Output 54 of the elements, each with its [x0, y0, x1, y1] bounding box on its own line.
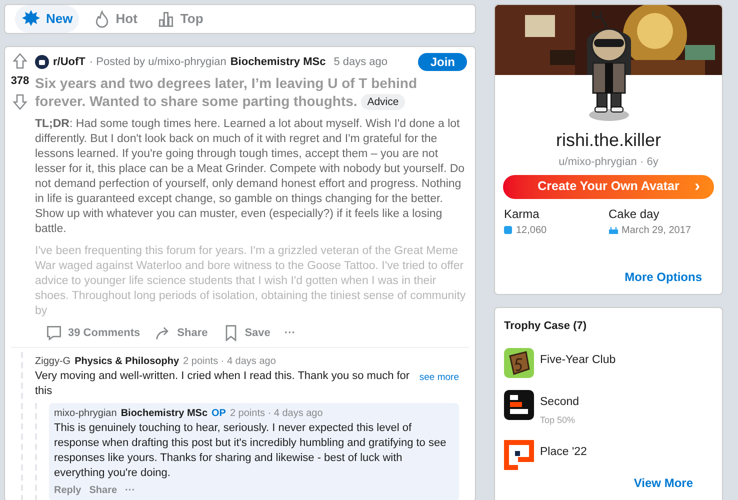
comment-text: Very moving and well-written. I cried when I read this. Thank you so much for this	[35, 369, 411, 400]
trophy-name: Five-Year Club	[540, 353, 616, 368]
upvote-icon[interactable]	[12, 53, 28, 69]
post-paragraph: I've been frequenting this forum for years. I'm a grizzled veteran of the Great Meme War waged against Waterloo and bore witness to the Goose Tattoo. I've tried to offer advice to younger life science students that I wish I'd gotten when I was in their shoes. Throughout long periods of isolation, obtaining the tiniest sense of community by	[35, 244, 467, 320]
posted-by: · Posted by u/mixo-phrygian	[89, 54, 226, 70]
cake-icon	[608, 226, 618, 234]
share-button[interactable]: Share	[154, 324, 208, 342]
post-paragraph: TL;DR: Had some tough times here. Learned a lot about myself. Wish I'd done a lot differently. But I don't look back on much of it with regret and I'm grateful for the lessons learned. If you're going through tough times, accept them – you are not lesser for it, this place can be a Meat Grinder. Compete with nobody but yourself. Do not demand perfection of yourself, only demand honest effort and progress. Nothing in life is guaranteed except change, so gamble on things changing for the better. Show up with whatever you can muster, even (especially?) if it feels like a losing battle.	[35, 117, 466, 238]
comment-icon	[45, 324, 63, 342]
cake-day-value: March 29, 2017	[622, 224, 691, 238]
op-label: OP	[212, 407, 226, 422]
trophy-subtitle: Top 50%	[540, 414, 576, 428]
comment-text: This is genuinely touching to hear, seriously. I never expected this level of response when drafting this post but it's incredibly humbling and gratifying to see responses like yours. Thanks for sharing and likewise - best of luck with everything you're doing.	[54, 421, 448, 482]
scroll-badge-icon	[504, 348, 534, 378]
user-flair: Physics & Philosophy	[74, 355, 180, 370]
flair-tag: Advice	[361, 94, 405, 110]
post-title: Six years and two degrees later, I’m leaving U of T behind forever. Wanted to share some parting thoughts. Advice	[35, 74, 418, 110]
comment-action-button[interactable]: Share	[89, 483, 118, 498]
username: u/mixo-phrygian · 6y	[558, 155, 658, 170]
join-button[interactable]: Join	[418, 53, 467, 71]
comment-meta: 2 points · 4 days ago	[230, 407, 323, 422]
more-button[interactable]: ···	[125, 483, 136, 498]
comment-author[interactable]: Ziggy-G	[35, 354, 71, 370]
user-flair: Biochemistry MSc	[120, 407, 208, 422]
view-more-link[interactable]: View More	[634, 474, 693, 492]
save-button[interactable]: Save	[222, 324, 270, 342]
more-button[interactable]: ···	[284, 325, 296, 342]
trophy-name: Place '22	[540, 444, 587, 460]
sort-tab[interactable]: Top	[151, 5, 210, 33]
create-avatar-button[interactable]: Create Your Own Avatar ›	[503, 174, 714, 198]
karma-icon	[504, 226, 512, 234]
sort-tab[interactable]: Hot	[86, 5, 144, 33]
trophy-name: Second	[540, 395, 580, 410]
karma-label: Karma	[504, 206, 540, 222]
display-name: rishi.the.killer	[556, 129, 662, 152]
more-options-link[interactable]: More Options	[624, 268, 702, 286]
downvote-icon[interactable]	[12, 94, 28, 110]
see-more-link[interactable]: see more	[419, 371, 459, 386]
bar-chart-icon	[157, 10, 176, 28]
place-logo-icon	[504, 440, 534, 470]
cake-day-label: Cake day	[608, 206, 660, 222]
subreddit-icon	[35, 55, 49, 69]
vote-count: 378	[10, 74, 30, 89]
comment-action-button[interactable]: Reply	[54, 483, 82, 498]
subreddit-link[interactable]: r/UofT	[53, 54, 86, 70]
comment-author[interactable]: mixo-phrygian	[54, 406, 117, 422]
podium-icon	[504, 390, 534, 420]
sort-tab[interactable]: New	[15, 5, 79, 33]
comments-button[interactable]: 39 Comments	[45, 324, 140, 342]
comment-meta: 2 points · 4 days ago	[183, 355, 276, 370]
karma-value: 12,060	[516, 224, 547, 238]
post-time: 5 days ago	[334, 54, 388, 70]
trophy-case-title: Trophy Case (7)	[504, 318, 588, 334]
user-flair: Biochemistry MSc	[230, 54, 326, 70]
